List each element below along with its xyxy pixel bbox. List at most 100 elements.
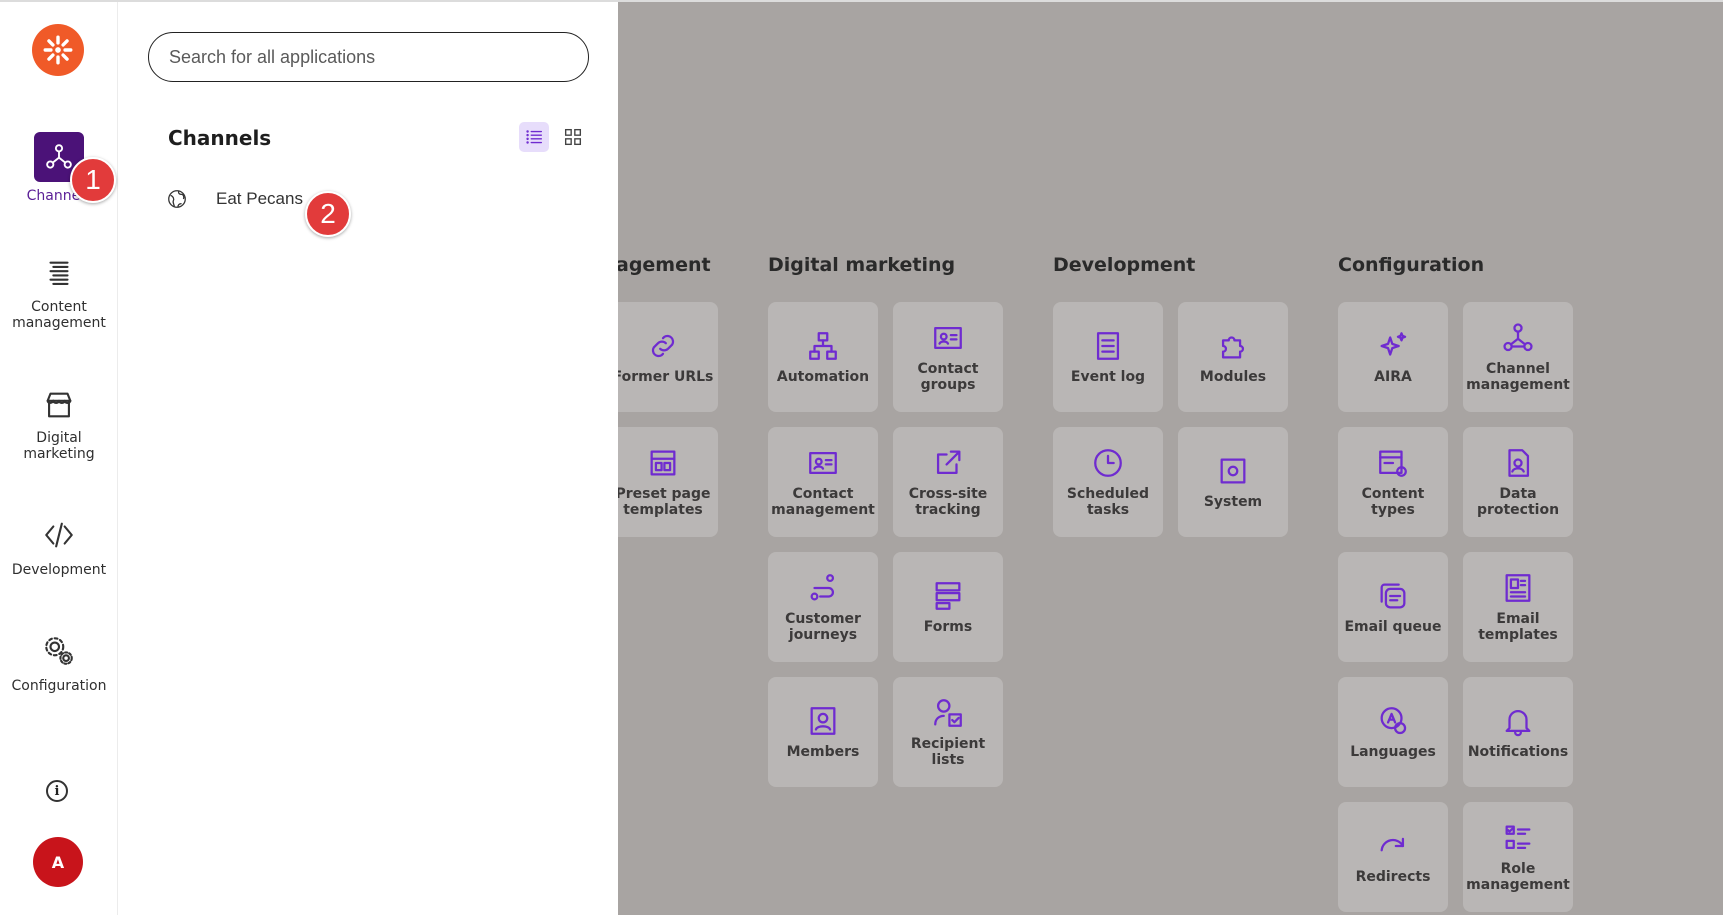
- tile-label: Email templates: [1478, 611, 1558, 643]
- avatar[interactable]: A: [33, 837, 83, 887]
- tile-label: Cross-site tracking: [908, 486, 988, 518]
- group-title-content-management: agement: [616, 254, 711, 276]
- tile-label: Preset page templates: [615, 486, 711, 518]
- list-view-button[interactable]: [519, 122, 549, 152]
- tile-event-log[interactable]: Event log: [1053, 302, 1163, 412]
- member-icon: [810, 707, 836, 735]
- tile-label: Automation: [776, 369, 870, 385]
- rail-item-label: Development: [11, 562, 107, 578]
- tile-cross-site-tracking[interactable]: Cross-site tracking: [893, 427, 1003, 537]
- route-icon: [810, 574, 835, 601]
- channels-flyout-panel: Channels Eat Pecans: [118, 2, 618, 915]
- tile-label: Members: [786, 744, 860, 760]
- info-icon[interactable]: i: [46, 780, 68, 802]
- tile-label: Data protection: [1476, 486, 1560, 518]
- tile-former-urls[interactable]: Former URLs: [608, 302, 718, 412]
- tile-label: Email queue: [1344, 619, 1442, 635]
- language-icon: [1380, 707, 1407, 735]
- tile-label: Forms: [923, 619, 973, 635]
- channel-name: Eat Pecans: [216, 189, 303, 208]
- step-badge-1: 1: [70, 157, 116, 203]
- tile-data-protection[interactable]: Data protection: [1463, 427, 1573, 537]
- checklist-icon: [1505, 825, 1531, 850]
- tile-members[interactable]: Members: [768, 677, 878, 787]
- tile-label: Contact management: [771, 486, 875, 518]
- document-icon: [1096, 332, 1120, 360]
- email-queue-icon: [1380, 583, 1406, 609]
- list-icon: [526, 130, 543, 144]
- layout-icon: [650, 450, 676, 476]
- tile-content-types[interactable]: Content types: [1338, 427, 1448, 537]
- tile-customer-journeys[interactable]: Customer journeys: [768, 552, 878, 662]
- link-icon: [651, 334, 675, 358]
- code-icon: [45, 522, 73, 548]
- tile-role-management[interactable]: Role management: [1463, 802, 1573, 912]
- gears-icon: [45, 637, 73, 665]
- tile-label: Content types: [1361, 486, 1425, 518]
- tile-scheduled-tasks[interactable]: Scheduled tasks: [1053, 427, 1163, 537]
- content-type-gear-icon: [1379, 450, 1407, 477]
- tile-label: Event log: [1070, 369, 1146, 385]
- tile-notifications[interactable]: Notifications: [1463, 677, 1573, 787]
- tile-label: Contact groups: [917, 361, 979, 393]
- clock-icon: [1094, 449, 1122, 477]
- sparkles-icon: [1380, 332, 1407, 356]
- rail-item-configuration[interactable]: Configuration: [0, 634, 118, 694]
- rail-item-development[interactable]: Development: [0, 518, 118, 578]
- content-management-icon: [49, 261, 69, 285]
- tile-channel-management[interactable]: Channel management: [1463, 302, 1573, 412]
- group-title-digital-marketing: Digital marketing: [768, 254, 956, 276]
- rail-item-label: Configuration: [11, 678, 107, 694]
- channels-icon: [46, 144, 72, 169]
- grid-view-button[interactable]: [558, 122, 588, 152]
- tile-label: Notifications: [1467, 744, 1569, 760]
- tile-label: Channel management: [1466, 361, 1570, 393]
- rail-item-digital-marketing[interactable]: Digital marketing: [0, 388, 118, 462]
- tile-contact-groups[interactable]: Contact groups: [893, 302, 1003, 412]
- redirect-arrow-icon: [1380, 837, 1405, 852]
- tile-email-queue[interactable]: Email queue: [1338, 552, 1448, 662]
- channels-icon: [1503, 323, 1533, 352]
- tile-label: Scheduled tasks: [1066, 486, 1150, 518]
- tile-label: Recipient lists: [910, 736, 986, 768]
- tile-system[interactable]: System: [1178, 427, 1288, 537]
- globe-icon: [168, 190, 186, 208]
- template-icon: [1505, 574, 1531, 602]
- tile-preset-page-templates[interactable]: Preset page templates: [608, 427, 718, 537]
- tile-email-templates[interactable]: Email templates: [1463, 552, 1573, 662]
- tile-aira[interactable]: AIRA: [1338, 302, 1448, 412]
- system-icon: [1220, 458, 1246, 484]
- left-navigation-rail: Channels Content management Digital mark…: [0, 2, 118, 915]
- store-icon: [46, 392, 72, 418]
- group-title-configuration: Configuration: [1338, 254, 1485, 276]
- tile-label: System: [1203, 494, 1263, 510]
- tile-modules[interactable]: Modules: [1178, 302, 1288, 412]
- panel-title: Channels: [168, 126, 272, 150]
- flow-icon: [809, 332, 837, 360]
- search-input[interactable]: [148, 32, 589, 82]
- bell-icon: [1505, 710, 1531, 737]
- document-user-icon: [1508, 449, 1530, 477]
- recipient-check-icon: [934, 699, 962, 727]
- form-icon: [935, 582, 961, 610]
- external-link-icon: [936, 450, 961, 475]
- tile-label: AIRA: [1374, 369, 1412, 385]
- tile-automation[interactable]: Automation: [768, 302, 878, 412]
- app-logo[interactable]: [32, 24, 84, 76]
- tile-recipient-lists[interactable]: Recipient lists: [893, 677, 1003, 787]
- puzzle-icon: [1221, 336, 1244, 359]
- tile-forms[interactable]: Forms: [893, 552, 1003, 662]
- tile-languages[interactable]: Languages: [1338, 677, 1448, 787]
- tile-label: Languages: [1350, 744, 1436, 760]
- tile-label: Former URLs: [612, 369, 714, 385]
- contact-card-icon: [809, 451, 837, 475]
- tile-label: Redirects: [1355, 869, 1431, 885]
- contact-card-icon: [934, 326, 962, 350]
- channel-item-eat-pecans[interactable]: Eat Pecans: [166, 188, 303, 210]
- rail-item-content-management[interactable]: Content management: [0, 257, 118, 331]
- rail-item-label: Content management: [12, 299, 106, 331]
- tile-label: Role management: [1466, 861, 1570, 893]
- tile-contact-management[interactable]: Contact management: [768, 427, 878, 537]
- tile-redirects[interactable]: Redirects: [1338, 802, 1448, 912]
- rail-item-label: Digital marketing: [23, 430, 95, 462]
